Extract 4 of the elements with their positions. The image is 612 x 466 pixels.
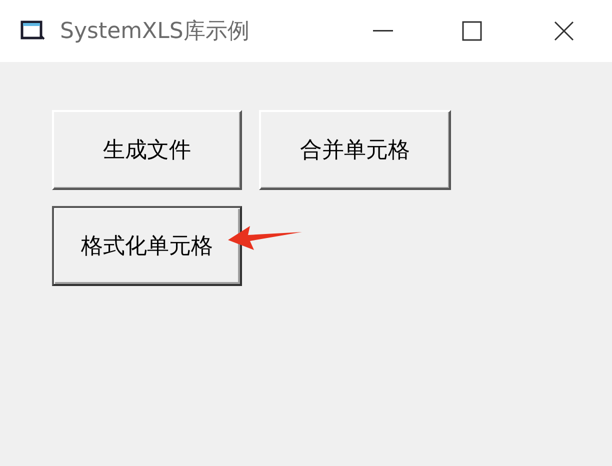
window-title: SystemXLS库示例 — [60, 18, 250, 46]
button[interactable]: 格式化单元格 — [52, 206, 242, 286]
button[interactable]: 合并单元格 — [259, 110, 451, 190]
button[interactable]: 生成文件 — [52, 110, 242, 190]
